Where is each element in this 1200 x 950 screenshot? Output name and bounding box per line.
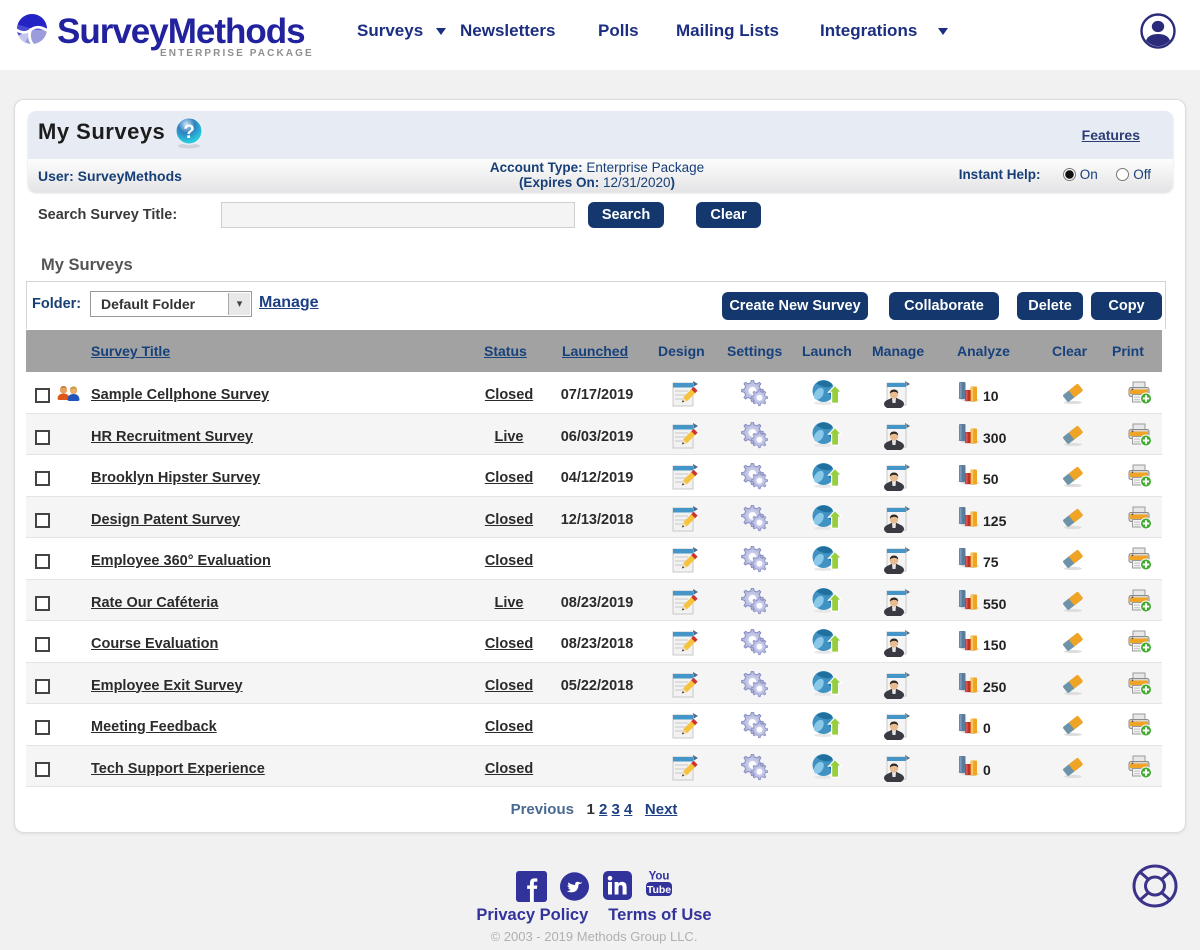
svg-text:?: ? bbox=[183, 122, 195, 143]
svg-text:Tube: Tube bbox=[647, 884, 671, 896]
svg-text:You: You bbox=[649, 871, 670, 883]
